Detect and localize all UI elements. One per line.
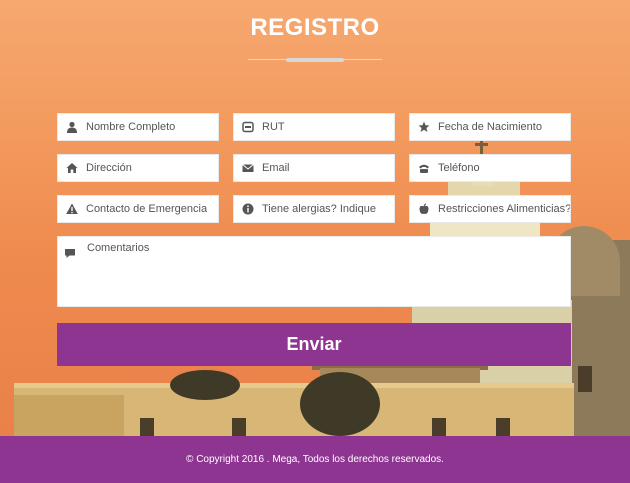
- window: [496, 418, 510, 436]
- phone-placeholder: Teléfono: [438, 162, 480, 174]
- email-placeholder: Email: [262, 162, 290, 174]
- phone-field[interactable]: Teléfono: [409, 154, 571, 182]
- emergency-contact-placeholder: Contacto de Emergencia: [86, 203, 208, 215]
- footer: © Copyright 2016 . Mega, Todos los derec…: [0, 436, 630, 483]
- birthdate-field[interactable]: Fecha de Nacimiento: [409, 113, 571, 141]
- apple-icon: [410, 195, 438, 223]
- copyright-text: © Copyright 2016 . Mega, Todos los derec…: [186, 454, 444, 465]
- submit-button[interactable]: Enviar: [57, 323, 571, 366]
- name-placeholder: Nombre Completo: [86, 121, 176, 133]
- user-icon: [58, 113, 86, 141]
- tree: [170, 370, 240, 400]
- comments-textarea[interactable]: Comentarios: [57, 236, 571, 307]
- window: [232, 418, 246, 436]
- address-placeholder: Dirección: [86, 162, 132, 174]
- warning-icon: [58, 195, 86, 223]
- name-field[interactable]: Nombre Completo: [57, 113, 219, 141]
- dietary-restrictions-placeholder: Restricciones Alimenticias? In: [438, 203, 570, 215]
- phone-icon: [410, 154, 438, 182]
- allergies-placeholder: Tiene alergias? Indique: [262, 203, 376, 215]
- rut-placeholder: RUT: [262, 121, 285, 133]
- id-card-icon: [234, 113, 262, 141]
- email-field[interactable]: Email: [233, 154, 395, 182]
- cross-arm: [475, 143, 488, 146]
- emergency-contact-field[interactable]: Contacto de Emergencia: [57, 195, 219, 223]
- allergies-field[interactable]: Tiene alergias? Indique: [233, 195, 395, 223]
- birthdate-placeholder: Fecha de Nacimiento: [438, 121, 542, 133]
- comment-icon: [64, 244, 78, 258]
- left-building: [14, 395, 124, 436]
- comments-placeholder: Comentarios: [87, 242, 150, 254]
- home-icon: [58, 154, 86, 182]
- dietary-restrictions-field[interactable]: Restricciones Alimenticias? In: [409, 195, 571, 223]
- info-icon: [234, 195, 262, 223]
- window: [140, 418, 154, 436]
- palm-tree: [300, 372, 380, 436]
- window: [432, 418, 446, 436]
- envelope-icon: [234, 154, 262, 182]
- address-field[interactable]: Dirección: [57, 154, 219, 182]
- window: [578, 366, 592, 392]
- star-icon: [410, 113, 438, 141]
- page-title: REGISTRO: [250, 14, 380, 41]
- title-divider-accent: [286, 58, 344, 62]
- rut-field[interactable]: RUT: [233, 113, 395, 141]
